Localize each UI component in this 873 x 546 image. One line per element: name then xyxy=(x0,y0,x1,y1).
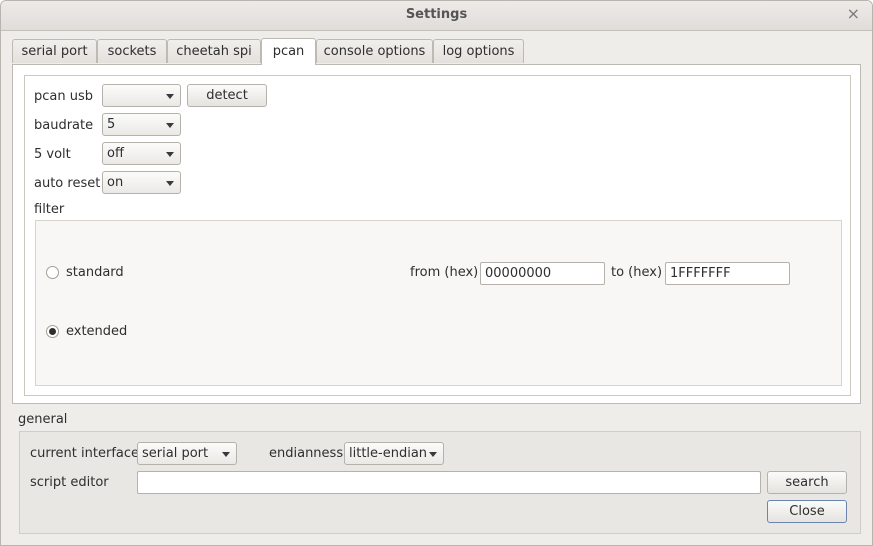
current-interface-value: serial port xyxy=(142,446,209,461)
current-interface-label: current interface xyxy=(30,446,140,461)
current-interface-select[interactable]: serial port xyxy=(137,442,237,465)
chevron-down-icon xyxy=(429,452,437,457)
extended-label: extended xyxy=(66,324,128,339)
standard-label: standard xyxy=(66,265,124,280)
to-hex-label: to (hex) xyxy=(611,265,663,280)
general-group: current interface serial port endianness… xyxy=(19,431,861,534)
from-hex-label: from (hex) xyxy=(410,265,479,280)
five-volt-label: 5 volt xyxy=(34,147,71,162)
endianness-value: little-endian xyxy=(349,446,428,461)
five-volt-value: off xyxy=(107,146,124,161)
tab-sockets[interactable]: sockets xyxy=(97,39,167,63)
tab-serial-port[interactable]: serial port xyxy=(12,39,97,63)
tab-console-options[interactable]: console options xyxy=(316,39,433,63)
filter-label: filter xyxy=(34,202,65,217)
chevron-down-icon xyxy=(166,152,174,157)
five-volt-select[interactable]: off xyxy=(102,142,181,165)
pcan-panel: pcan usb detect baudrate 5 5 volt off au… xyxy=(12,64,861,404)
chevron-down-icon xyxy=(166,181,174,186)
chevron-down-icon xyxy=(166,94,174,99)
auto-reset-value: on xyxy=(107,175,124,190)
baudrate-select[interactable]: 5 xyxy=(102,113,181,136)
script-editor-input[interactable] xyxy=(137,471,761,494)
tab-pcan[interactable]: pcan xyxy=(261,38,316,65)
radio-selected-dot xyxy=(49,328,56,335)
tab-log-options[interactable]: log options xyxy=(433,39,524,63)
endianness-select[interactable]: little-endian xyxy=(344,442,444,465)
close-button[interactable]: Close xyxy=(767,500,847,523)
settings-dialog: Settings × serial port sockets cheetah s… xyxy=(0,0,873,546)
search-button[interactable]: search xyxy=(767,471,847,494)
pcan-frame: pcan usb detect baudrate 5 5 volt off au… xyxy=(24,75,851,396)
general-label: general xyxy=(18,412,68,427)
pcan-usb-label: pcan usb xyxy=(34,89,94,104)
to-hex-input[interactable]: 1FFFFFFF xyxy=(665,262,790,285)
detect-button[interactable]: detect xyxy=(187,84,267,107)
chevron-down-icon xyxy=(222,452,230,457)
endianness-label: endianness xyxy=(269,446,344,461)
auto-reset-select[interactable]: on xyxy=(102,171,181,194)
baudrate-value: 5 xyxy=(107,117,116,132)
pcan-usb-select[interactable] xyxy=(102,84,181,107)
baudrate-label: baudrate xyxy=(34,118,94,133)
window-title: Settings xyxy=(405,7,468,22)
close-icon[interactable]: × xyxy=(847,5,860,23)
title-bar: Settings × xyxy=(1,1,872,31)
auto-reset-label: auto reset xyxy=(34,176,101,191)
from-hex-input[interactable]: 00000000 xyxy=(480,262,605,285)
standard-radio[interactable] xyxy=(46,266,59,279)
script-editor-label: script editor xyxy=(30,475,109,490)
chevron-down-icon xyxy=(166,123,174,128)
tab-cheetah-spi[interactable]: cheetah spi xyxy=(167,39,261,63)
extended-radio[interactable] xyxy=(46,325,59,338)
filter-group: standard from (hex) 00000000 to (hex) 1F… xyxy=(35,220,842,386)
